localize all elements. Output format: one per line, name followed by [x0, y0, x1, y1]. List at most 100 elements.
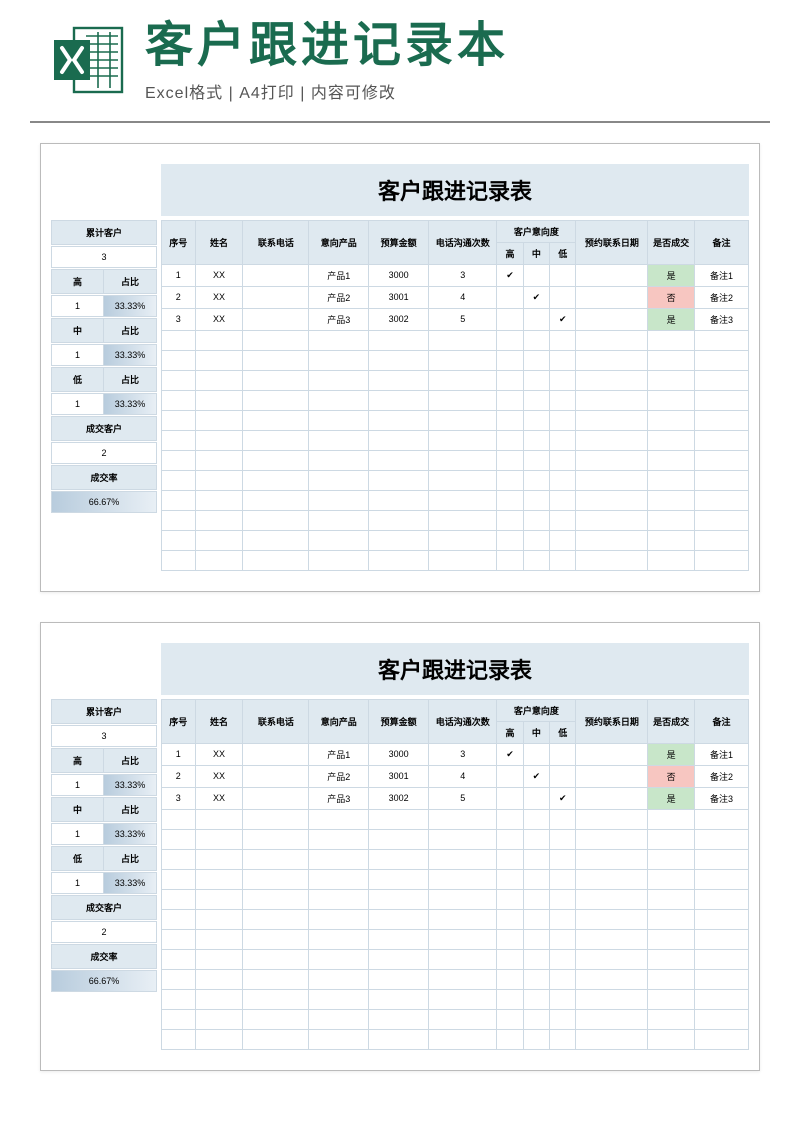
cell-phone: [243, 743, 309, 765]
cell-empty: [576, 550, 648, 570]
cell-empty: [648, 470, 695, 490]
cell-product: 产品1: [309, 743, 369, 765]
cell-empty: [550, 510, 576, 530]
cell-empty: [429, 849, 497, 869]
cell-empty: [429, 470, 497, 490]
col-budget: 预算金额: [369, 220, 429, 264]
cell-empty: [576, 989, 648, 1009]
cell-empty: [369, 889, 429, 909]
cell-calls: 4: [429, 765, 497, 787]
cell-empty: [369, 909, 429, 929]
cell-empty: [429, 530, 497, 550]
cell-empty: [429, 550, 497, 570]
cell-empty: [243, 530, 309, 550]
cell-empty: [497, 410, 523, 430]
cell-empty: [195, 430, 243, 450]
cell-empty: [523, 390, 549, 410]
table-row-empty: [162, 1029, 749, 1049]
summary-rate-value: 66.67%: [52, 971, 156, 991]
cell-empty: [162, 889, 196, 909]
col-note: 备注: [695, 699, 749, 743]
cell-empty: [162, 350, 196, 370]
cell-empty: [195, 530, 243, 550]
cell-empty: [523, 849, 549, 869]
cell-empty: [550, 929, 576, 949]
cell-low: ✔: [550, 308, 576, 330]
cell-empty: [309, 889, 369, 909]
cell-empty: [309, 550, 369, 570]
cell-phone: [243, 765, 309, 787]
cell-empty: [523, 869, 549, 889]
cell-empty: [497, 350, 523, 370]
cell-empty: [195, 550, 243, 570]
cell-empty: [695, 410, 749, 430]
cell-calls: 5: [429, 787, 497, 809]
cell-empty: [195, 1009, 243, 1029]
cell-empty: [550, 330, 576, 350]
cell-empty: [550, 829, 576, 849]
summary-low-label: 低: [52, 368, 104, 391]
cell-empty: [497, 989, 523, 1009]
cell-empty: [243, 989, 309, 1009]
table-row-empty: [162, 470, 749, 490]
cell-empty: [309, 989, 369, 1009]
cell-empty: [309, 510, 369, 530]
summary-high-ratio: 33.33%: [104, 296, 156, 316]
cell-empty: [369, 949, 429, 969]
cell-empty: [162, 809, 196, 829]
col-intent-low: 低: [550, 242, 576, 264]
cell-empty: [648, 330, 695, 350]
summary-deal-value: 2: [52, 922, 156, 942]
summary-low-count: 1: [52, 394, 104, 414]
cell-mid: ✔: [523, 286, 549, 308]
cell-mid: [523, 787, 549, 809]
title-block: 客户跟进记录本 Excel格式 | A4打印 | 内容可修改: [145, 20, 770, 103]
col-calls: 电话沟通次数: [429, 699, 497, 743]
cell-empty: [429, 430, 497, 450]
summary-deal-value: 2: [52, 443, 156, 463]
cell-empty: [523, 969, 549, 989]
sheet-title: 客户跟进记录表: [161, 643, 749, 695]
col-deal: 是否成交: [648, 699, 695, 743]
cell-empty: [195, 490, 243, 510]
cell-note: 备注2: [695, 286, 749, 308]
cell-empty: [497, 949, 523, 969]
cell-empty: [162, 550, 196, 570]
table-row-empty: [162, 390, 749, 410]
cell-empty: [497, 889, 523, 909]
cell-date: [576, 765, 648, 787]
cell-budget: 3000: [369, 264, 429, 286]
cell-empty: [523, 829, 549, 849]
table-row-empty: [162, 330, 749, 350]
cell-empty: [497, 390, 523, 410]
cell-empty: [523, 809, 549, 829]
cell-empty: [195, 450, 243, 470]
summary-mid-ratio: 33.33%: [104, 824, 156, 844]
data-table: 序号姓名联系电话意向产品预算金额电话沟通次数客户意向度预约联系日期是否成交备注高…: [161, 699, 749, 1050]
cell-empty: [369, 849, 429, 869]
table-row-empty: [162, 410, 749, 430]
cell-budget: 3001: [369, 286, 429, 308]
cell-empty: [550, 530, 576, 550]
cell-empty: [550, 390, 576, 410]
cell-empty: [243, 909, 309, 929]
cell-empty: [162, 929, 196, 949]
cell-empty: [695, 949, 749, 969]
table-row-empty: [162, 510, 749, 530]
cell-calls: 5: [429, 308, 497, 330]
col-intent-low: 低: [550, 721, 576, 743]
cell-empty: [523, 510, 549, 530]
cell-empty: [523, 929, 549, 949]
table-row-empty: [162, 350, 749, 370]
col-seq: 序号: [162, 699, 196, 743]
cell-empty: [523, 430, 549, 450]
cell-deal: 是: [648, 743, 695, 765]
cell-date: [576, 264, 648, 286]
col-intent-high: 高: [497, 242, 523, 264]
cell-empty: [243, 490, 309, 510]
cell-empty: [695, 869, 749, 889]
cell-empty: [162, 1009, 196, 1029]
cell-empty: [695, 330, 749, 350]
cell-empty: [429, 809, 497, 829]
cell-empty: [576, 929, 648, 949]
